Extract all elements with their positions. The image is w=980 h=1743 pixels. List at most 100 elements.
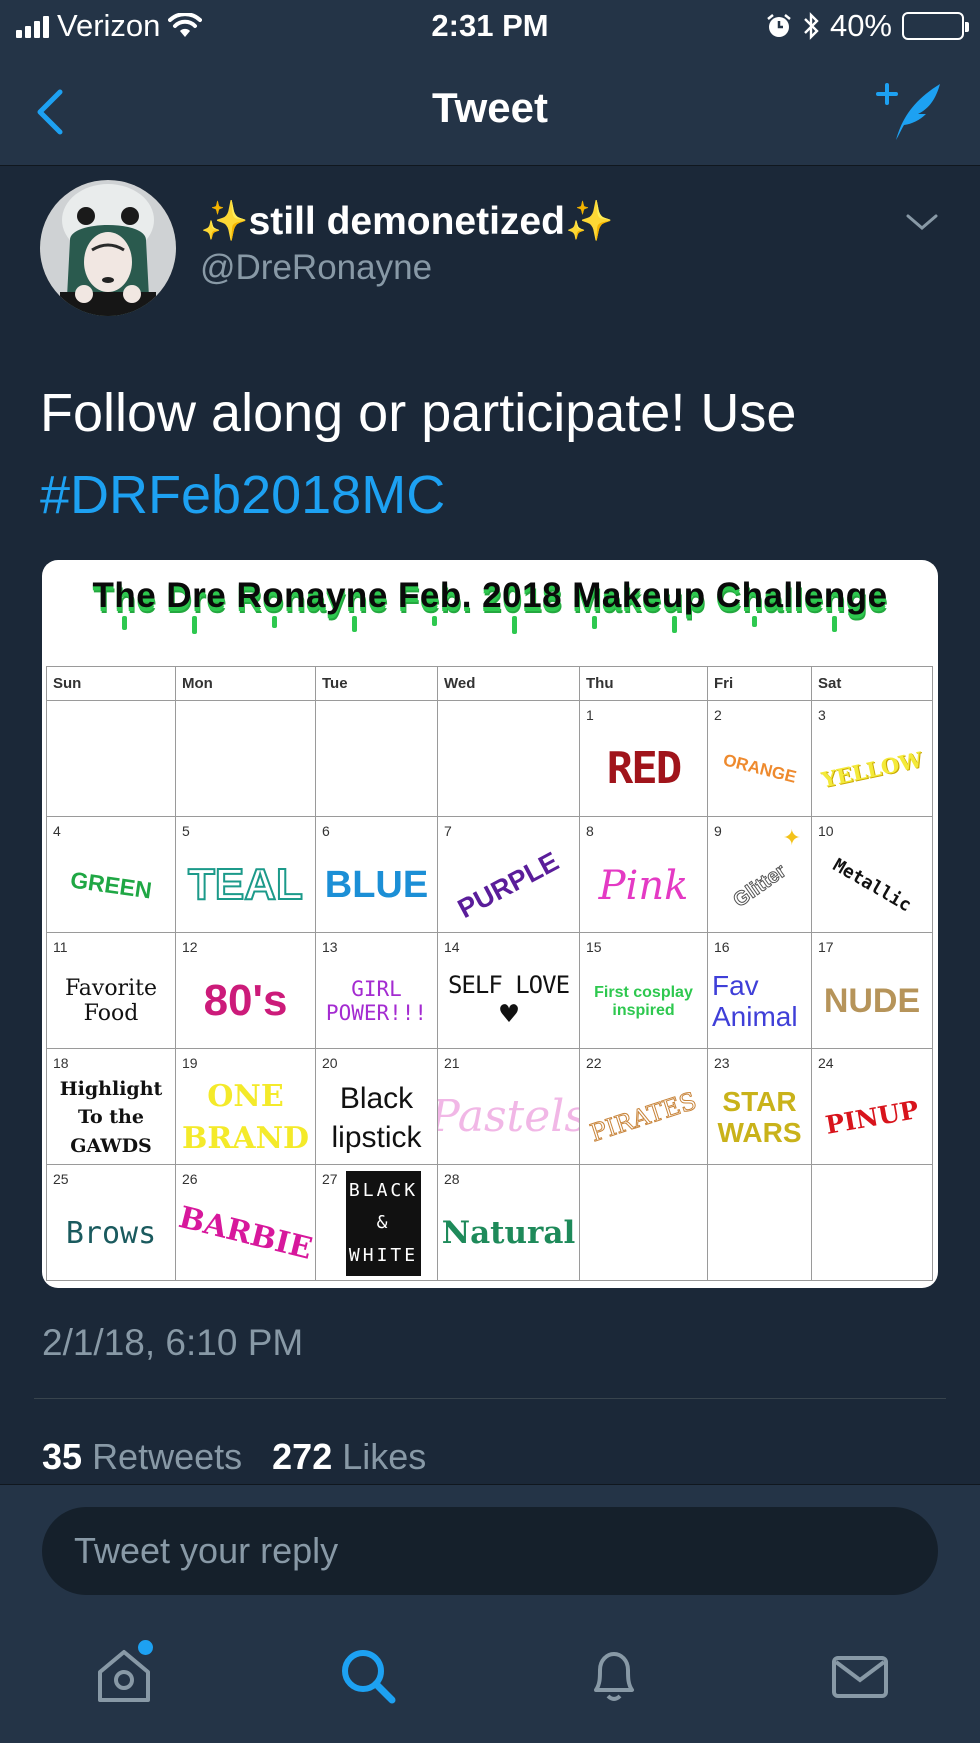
day-number: 6	[322, 823, 330, 839]
calendar-day-cell: 10 Metallic	[811, 816, 933, 933]
calendar-day-cell: 7 PURPLE	[437, 816, 580, 933]
calendar-day-cell: 20 Black lipstick	[315, 1048, 438, 1165]
author-handle[interactable]: @DreRonayne	[200, 248, 432, 288]
day-number: 14	[444, 939, 460, 955]
like-count: 272	[272, 1436, 333, 1477]
compose-tweet-icon[interactable]	[874, 78, 944, 144]
day-number: 23	[714, 1055, 730, 1071]
day-theme: NUDE	[823, 981, 921, 1020]
day-number: 22	[586, 1055, 602, 1071]
day-theme: ONE BRAND	[182, 1078, 310, 1156]
day-theme: PIRATES	[586, 1087, 700, 1149]
calendar-day-cell	[437, 700, 580, 817]
day-number: 7	[444, 823, 452, 839]
slime-drip-decoration	[122, 616, 837, 634]
battery-percent: 40%	[829, 8, 892, 43]
calendar-day-cell: 21 Pastels	[437, 1048, 580, 1165]
calendar-grid: Sun Mon Tue Wed Thu Fri Sat 1 RED 2 ORANGE…	[46, 666, 933, 1281]
calendar-day-cell: 12 80's	[175, 932, 316, 1049]
day-theme: First cosplay inspired	[594, 983, 693, 1019]
author-display-name: still demonetized	[248, 200, 565, 243]
day-theme: PURPLE	[452, 845, 564, 924]
calendar-day-cell: 8 Pink	[579, 816, 708, 933]
avatar-image	[40, 180, 176, 316]
likes-stat[interactable]: 272 Likes	[272, 1436, 426, 1477]
tab-bar	[0, 1612, 980, 1743]
weekday-label: Tue	[315, 666, 438, 701]
day-theme: ORANGE	[721, 750, 799, 787]
calendar-day-cell: 16 Fav Animal	[707, 932, 812, 1049]
tweet-timestamp: 2/1/18, 6:10 PM	[42, 1322, 304, 1363]
day-theme: PINUP	[823, 1094, 921, 1140]
page-title: Tweet	[432, 84, 548, 131]
day-number: 1	[586, 707, 594, 723]
day-theme	[48, 729, 175, 810]
calendar-day-cell: 5 TEAL	[175, 816, 316, 933]
day-theme: Pastels	[437, 1091, 580, 1143]
calendar-day-cell: 13 GIRL POWER!!!	[315, 932, 438, 1049]
day-number: 25	[53, 1171, 69, 1187]
chevron-down-icon[interactable]	[904, 210, 940, 234]
day-theme: BLUE	[324, 863, 429, 906]
calendar-day-cell: 18 Highlight To the GAWDS	[46, 1048, 176, 1165]
calendar-day-cell: 26 BARBIE	[175, 1164, 316, 1281]
day-theme: SELF LOVE	[447, 970, 570, 999]
notifications-icon[interactable]	[582, 1644, 646, 1708]
calendar-day-cell: 17 NUDE	[811, 932, 933, 1049]
author-name[interactable]: ✨still demonetized✨	[200, 198, 614, 244]
reply-input[interactable]	[42, 1507, 938, 1595]
day-theme: Brows	[65, 1216, 157, 1251]
messages-icon[interactable]	[828, 1644, 892, 1708]
tweet-media-image[interactable]: The Dre Ronayne Feb. 2018 Makeup Challen…	[42, 560, 938, 1288]
day-theme-box: SELF LOVE ♥	[439, 961, 579, 1042]
calendar-day-cell: 15 First cosplay inspired	[579, 932, 708, 1049]
black-heart-icon: ♥	[499, 997, 518, 1033]
day-theme: GIRL POWER!!!	[325, 977, 428, 1025]
day-number: 11	[53, 939, 68, 955]
avatar[interactable]	[40, 180, 176, 316]
weekday-label: Sat	[811, 666, 933, 701]
calendar-day-cell	[579, 1164, 708, 1281]
calendar-week-row: 1 RED 2 ORANGE 3 YELLOW	[46, 700, 933, 817]
day-number: 17	[818, 939, 834, 955]
day-number: 24	[818, 1055, 834, 1071]
weekday-label: Fri	[707, 666, 812, 701]
calendar-day-cell: 3 YELLOW	[811, 700, 933, 817]
calendar-day-cell: 25 Brows	[46, 1164, 176, 1281]
weekday-label: Sun	[46, 666, 176, 701]
day-theme: Highlight To the GAWDS	[59, 1077, 163, 1157]
calendar-day-cell: 19 ONE BRAND	[175, 1048, 316, 1165]
calendar-day-cell	[175, 700, 316, 817]
day-theme: Pink	[598, 862, 689, 909]
day-number: 13	[322, 939, 338, 955]
day-theme	[709, 1193, 811, 1274]
tweet-body: Follow along or participate! Use	[40, 383, 797, 443]
day-theme	[317, 729, 437, 810]
day-theme: TEAL	[187, 860, 304, 910]
day-number: 15	[586, 939, 602, 955]
day-number: 9	[714, 823, 722, 839]
day-number: 21	[444, 1055, 460, 1071]
hashtag-link[interactable]: #DRFeb2018MC	[40, 465, 445, 525]
calendar-week-row: 25 Brows 26 BARBIE 27 BLACK & WHITE 28 Natur…	[46, 1164, 933, 1281]
divider	[34, 1398, 946, 1399]
status-right-group: 40%	[766, 8, 969, 44]
search-icon[interactable]	[336, 1644, 400, 1708]
calendar-day-cell: 27 BLACK & WHITE	[315, 1164, 438, 1281]
sparkles-emoji: ✨	[564, 200, 614, 243]
day-theme: Metallic	[829, 854, 915, 916]
day-number: 5	[182, 823, 190, 839]
day-number: 8	[586, 823, 594, 839]
day-number: 28	[444, 1171, 460, 1187]
calendar-week-row: 4 GREEN 5 TEAL 6 BLUE 7 PURPLE 8 Pink 9 ✦ Glitt…	[46, 816, 933, 933]
calendar-day-cell: 9 ✦ Glitter	[707, 816, 812, 933]
day-theme: BARBIE	[175, 1200, 316, 1267]
day-theme	[813, 1193, 932, 1274]
calendar-day-cell: 1 RED	[579, 700, 708, 817]
retweets-stat[interactable]: 35 Retweets	[42, 1436, 242, 1477]
day-number: 27	[322, 1171, 338, 1187]
calendar-title: The Dre Ronayne Feb. 2018 Makeup Challen…	[92, 576, 888, 615]
calendar-day-cell: 11 Favorite Food	[46, 932, 176, 1049]
calendar-day-cell	[315, 700, 438, 817]
battery-icon	[902, 12, 969, 40]
